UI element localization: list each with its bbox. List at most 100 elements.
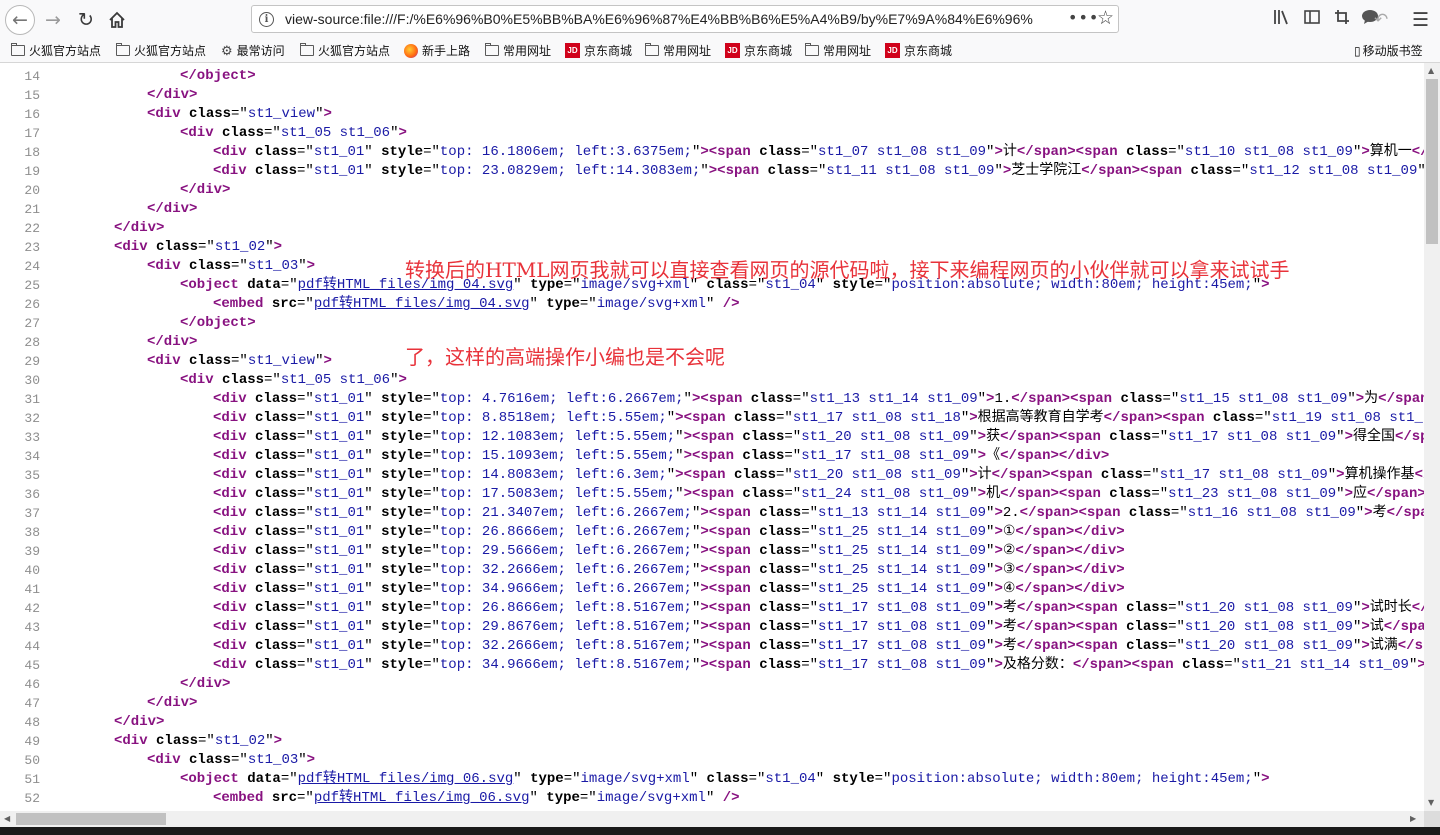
code-token: <span xyxy=(1162,410,1213,426)
scroll-left-icon[interactable]: ◀ xyxy=(4,814,10,823)
code-token: <span xyxy=(1140,163,1191,179)
code-token: class xyxy=(255,410,298,426)
info-icon[interactable]: i xyxy=(259,12,274,27)
code-token: <div xyxy=(180,372,223,388)
code-token: <div xyxy=(213,581,256,597)
code-token: top: 29.5666em; left:6.2667em; xyxy=(439,543,692,559)
code-text: </div> xyxy=(114,713,164,732)
bookmark-item[interactable]: 常用网址 xyxy=(485,42,551,59)
code-text: <div class="st1_01" style="top: 8.8518em… xyxy=(213,409,1424,428)
code-token: =" xyxy=(297,467,314,483)
source-link[interactable]: pdf转HTML_files/img_06.svg xyxy=(298,771,514,787)
code-token: =" xyxy=(423,448,440,464)
vertical-scroll-thumb[interactable] xyxy=(1426,79,1438,244)
vertical-scrollbar[interactable]: ▲ ▼ xyxy=(1424,63,1440,811)
sidebar-icon[interactable] xyxy=(1304,9,1320,31)
source-line: 33 <div class="st1_01" style="top: 12.108… xyxy=(0,428,1424,447)
code-token: " xyxy=(364,581,382,597)
code-token: =" xyxy=(801,524,819,540)
source-link[interactable]: pdf转HTML_files/img_06.svg xyxy=(314,790,530,806)
code-token: class xyxy=(733,410,776,426)
bookmark-item[interactable]: 火狐官方站点 xyxy=(300,42,390,59)
back-button[interactable]: ← xyxy=(5,5,35,35)
code-token: " xyxy=(1417,163,1424,179)
bookmark-star-icon[interactable]: ☆ xyxy=(1097,7,1114,29)
code-token: st1_17 st1_08 st1_09 xyxy=(1168,429,1337,445)
code-token: <div xyxy=(213,638,256,654)
url-bar[interactable]: i view-source:file:///F:/%E6%96%B0%E5%BB… xyxy=(251,5,1119,33)
code-token: <span xyxy=(708,638,760,654)
code-token: > xyxy=(1336,467,1345,483)
library-icon[interactable] xyxy=(1273,9,1291,31)
line-number: 18 xyxy=(24,145,40,160)
undo-icon[interactable]: ↶ xyxy=(1374,9,1388,31)
code-token: > xyxy=(273,733,283,749)
code-token: st1_17 st1_08 st1_09 xyxy=(818,600,987,616)
code-token: <object xyxy=(180,771,248,787)
line-number: 39 xyxy=(24,544,40,559)
code-token: > xyxy=(700,657,709,673)
mobile-bookmarks-label: 移动版书签 xyxy=(1362,44,1423,58)
bookmark-item[interactable]: JD 京东商城 xyxy=(565,42,632,59)
horizontal-scroll-thumb[interactable] xyxy=(16,813,166,825)
code-token: " xyxy=(364,638,382,654)
code-token: st1_16 st1_08 st1_09 xyxy=(1187,505,1356,521)
code-token: </span></div> xyxy=(1015,581,1125,597)
line-number: 22 xyxy=(24,221,40,236)
code-token: <embed xyxy=(213,296,272,312)
bookmark-item[interactable]: 火狐官方站点 xyxy=(116,42,206,59)
code-token: > xyxy=(994,638,1003,654)
bookmark-item[interactable]: 常用网址 xyxy=(645,42,711,59)
code-token: st1_view xyxy=(247,353,316,369)
bookmark-item[interactable]: 火狐官方站点 xyxy=(11,42,101,59)
page-actions-icon[interactable]: ••• xyxy=(1068,8,1099,27)
code-token: top: 16.1806em; left:3.6375em; xyxy=(439,144,692,160)
mobile-bookmarks-button[interactable]: ▯ 移动版书签 xyxy=(1354,42,1423,59)
code-token: =" xyxy=(423,410,440,426)
bookmark-item[interactable]: ⚙ 最常访问 xyxy=(221,42,285,59)
code-token: class xyxy=(1109,486,1152,502)
code-token: =" xyxy=(231,353,248,369)
scroll-right-icon[interactable]: ▶ xyxy=(1410,814,1416,823)
line-number: 40 xyxy=(24,563,40,578)
code-token: > xyxy=(994,657,1003,673)
code-token: </div> xyxy=(114,714,165,730)
home-button[interactable] xyxy=(102,5,132,35)
code-token: class xyxy=(733,467,776,483)
code-token: > xyxy=(1417,657,1424,673)
code-token: =" xyxy=(423,429,440,445)
bookmark-item[interactable]: 新手上路 xyxy=(404,42,470,59)
code-token: st1_19 st1_08 st1_1 xyxy=(1271,410,1424,426)
code-token: </span></div> xyxy=(1000,448,1110,464)
code-token: st1_view xyxy=(247,106,316,122)
code-token: </span> xyxy=(1016,600,1076,616)
bookmark-item[interactable]: JD 京东商城 xyxy=(725,42,792,59)
code-token: class xyxy=(759,505,802,521)
source-line: 14 </object> xyxy=(0,67,1424,86)
reload-icon: ↻ xyxy=(78,9,94,31)
code-token: </span> xyxy=(1019,505,1079,521)
forward-button[interactable]: → xyxy=(38,5,68,35)
scroll-up-icon[interactable]: ▲ xyxy=(1428,66,1434,75)
bookmark-item[interactable]: 常用网址 xyxy=(805,42,871,59)
code-text: <div class="st1_01" style="top: 14.8083e… xyxy=(213,466,1424,485)
code-token: " xyxy=(705,790,723,806)
code-token: > xyxy=(1361,638,1370,654)
bookmark-label: 京东商城 xyxy=(744,44,793,58)
code-token: <span xyxy=(708,543,760,559)
menu-icon[interactable]: ☰ xyxy=(1412,9,1429,31)
code-token: 得全国 xyxy=(1352,429,1395,445)
code-text: <div class="st1_02"> xyxy=(114,732,282,751)
screenshot-crop-icon[interactable] xyxy=(1334,9,1350,31)
code-token: =" xyxy=(1232,163,1250,179)
line-number: 33 xyxy=(24,430,40,445)
reload-button[interactable]: ↻ xyxy=(71,5,101,35)
scroll-down-icon[interactable]: ▼ xyxy=(1428,798,1434,807)
code-token: st1_02 xyxy=(214,733,266,749)
code-token: =" xyxy=(297,790,314,806)
horizontal-scrollbar[interactable]: ◀ ▶ xyxy=(0,811,1424,827)
code-token: <object xyxy=(180,277,248,293)
url-text[interactable]: view-source:file:///F:/%E6%96%B0%E5%BB%B… xyxy=(285,11,1045,27)
code-token: 计 xyxy=(1002,144,1017,160)
bookmark-item[interactable]: JD 京东商城 xyxy=(885,42,952,59)
